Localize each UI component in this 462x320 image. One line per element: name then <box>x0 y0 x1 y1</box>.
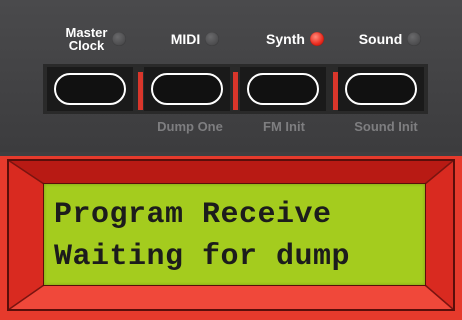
bezel-left-bevel <box>8 160 44 310</box>
bezel-bottom-bevel <box>8 285 454 310</box>
lcd-display: Program Receive Waiting for dump <box>44 184 425 285</box>
bezel-right-bevel <box>425 160 454 310</box>
synth-device: Master Clock MIDI Synth Sound Dump One F… <box>0 0 462 320</box>
lcd-line-1: Program Receive <box>54 198 332 232</box>
bezel-top-bevel <box>8 160 454 184</box>
lcd-line-2: Waiting for dump <box>54 240 351 274</box>
